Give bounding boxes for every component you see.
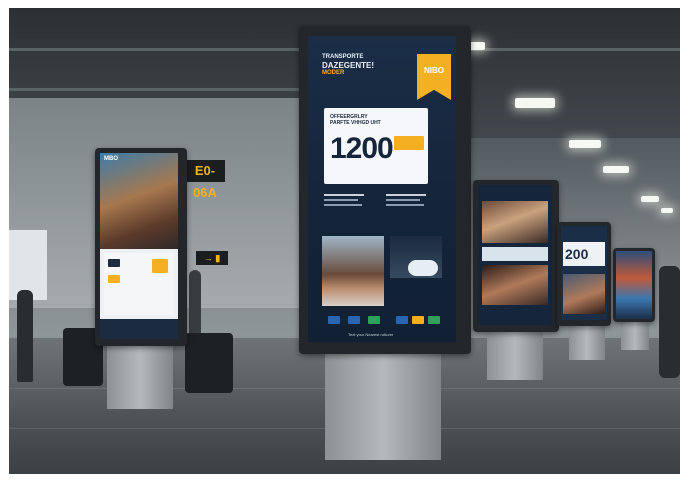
kiosk-stand (325, 348, 441, 460)
app-icon (348, 316, 360, 324)
promo-text: OFFEERGRLRY PARFTE VHHGD UHT (330, 114, 381, 126)
ceiling-light (641, 196, 659, 202)
info-block (324, 194, 374, 218)
crowd-photo (100, 153, 178, 249)
header-line: TRANSPORTE (322, 54, 364, 60)
badge-text: NIBO (424, 66, 444, 75)
crowd-photo (482, 265, 548, 305)
right-kiosk (473, 180, 559, 332)
traveler-person (17, 290, 33, 382)
promo-tile (152, 259, 168, 273)
ceiling-beam (9, 88, 309, 91)
kiosk-stand (569, 324, 605, 360)
kiosk-stand (107, 343, 173, 409)
info-block (386, 194, 436, 218)
left-kiosk-screen: MBO (100, 153, 178, 339)
app-icon (108, 259, 120, 267)
brand-badge: NIBO (417, 54, 451, 100)
far-kiosk-screen (616, 251, 652, 319)
far-kiosk (613, 248, 655, 322)
banner (482, 247, 548, 261)
left-kiosk-panel (104, 253, 174, 315)
far-kiosk: 200 (557, 222, 611, 326)
ceiling-light (469, 42, 485, 50)
kiosk-stand (621, 320, 649, 350)
app-icon (108, 275, 120, 283)
luggage (185, 333, 233, 393)
ceiling-light (603, 166, 629, 173)
promo-number: 200 (565, 246, 589, 262)
image-frame: E0-06A → ▮ MBO TRANSPORTE DAZEGENTE! MOD… (0, 0, 689, 481)
promo-number: 1200 (330, 132, 394, 165)
header-text: TRANSPORTE DAZEGENTE! MODER (322, 54, 402, 77)
left-kiosk: MBO (95, 148, 187, 346)
header-accent: MODER (322, 70, 345, 76)
footer-text: Text your Nearest rutturer (348, 332, 394, 337)
promo-card: 200 (563, 242, 605, 266)
kiosk-edge (659, 266, 680, 378)
left-kiosk-footer (100, 319, 178, 339)
header-line: DAZEGENTE! (322, 61, 374, 70)
app-icon (396, 316, 408, 324)
kiosk-stand (487, 330, 543, 380)
right-kiosk-screen (478, 185, 552, 325)
app-icon (368, 316, 380, 324)
crowd-photo (563, 274, 605, 314)
direction-sign: → ▮ (196, 251, 228, 265)
app-icon (428, 316, 440, 324)
crowd-photo (482, 201, 548, 243)
airport-scene: E0-06A → ▮ MBO TRANSPORTE DAZEGENTE! MOD… (9, 8, 680, 474)
promo-line: PARFTE VHHGD UHT (330, 120, 381, 126)
ceiling-light (515, 98, 555, 108)
app-icon (328, 316, 340, 324)
app-icon (412, 316, 424, 324)
ceiling-light (569, 140, 601, 148)
far-kiosk-screen: 200 (561, 226, 607, 320)
ceiling-light (661, 208, 673, 213)
woman-photo (322, 236, 384, 306)
cloud-icon (408, 260, 438, 276)
promo-card: OFFEERGRLRY PARFTE VHHGD UHT 1200 (324, 108, 428, 184)
main-kiosk-screen: TRANSPORTE DAZEGENTE! MODER NIBO OFFEERG… (308, 36, 456, 342)
left-kiosk-title: MBO (104, 156, 118, 162)
main-kiosk: TRANSPORTE DAZEGENTE! MODER NIBO OFFEERG… (299, 26, 471, 354)
promo-tag (394, 136, 424, 150)
gate-sign: E0-06A (185, 160, 225, 200)
